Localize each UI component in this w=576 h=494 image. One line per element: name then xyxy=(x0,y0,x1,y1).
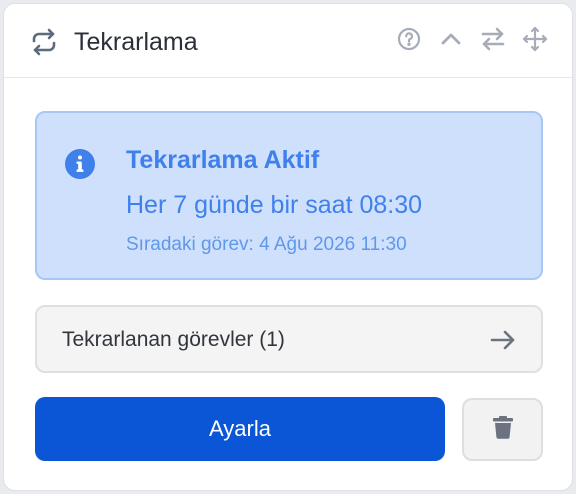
recurrence-status-alert: Tekrarlama Aktif Her 7 günde bir saat 08… xyxy=(35,111,543,280)
arrow-right-icon xyxy=(489,327,517,353)
trash-icon xyxy=(492,415,514,444)
schedule-text: Her 7 günde bir saat 08:30 xyxy=(126,191,423,219)
delete-button[interactable] xyxy=(462,398,543,461)
move-icon[interactable] xyxy=(522,26,548,52)
repeat-icon xyxy=(29,27,59,57)
panel-header: Tekrarlama xyxy=(4,4,572,78)
recurrence-panel: Tekrarlama Tekrarlama Aktif Her 7 günde … xyxy=(3,3,573,491)
info-circle-icon xyxy=(64,148,96,180)
header-actions xyxy=(396,26,548,52)
recurring-tasks-link[interactable]: Tekrarlanan görevler (1) xyxy=(35,305,543,373)
next-run-text: Sıradaki görev: 4 Ağu 2026 11:30 xyxy=(126,234,407,255)
status-title: Tekrarlama Aktif xyxy=(126,146,320,174)
question-circle-icon[interactable] xyxy=(396,26,422,52)
recurring-tasks-label: Tekrarlanan görevler (1) xyxy=(62,328,285,351)
chevron-up-icon[interactable] xyxy=(438,26,464,52)
panel-title: Tekrarlama xyxy=(74,28,198,56)
configure-button[interactable]: Ayarla xyxy=(35,397,445,461)
swap-arrows-icon[interactable] xyxy=(480,26,506,52)
